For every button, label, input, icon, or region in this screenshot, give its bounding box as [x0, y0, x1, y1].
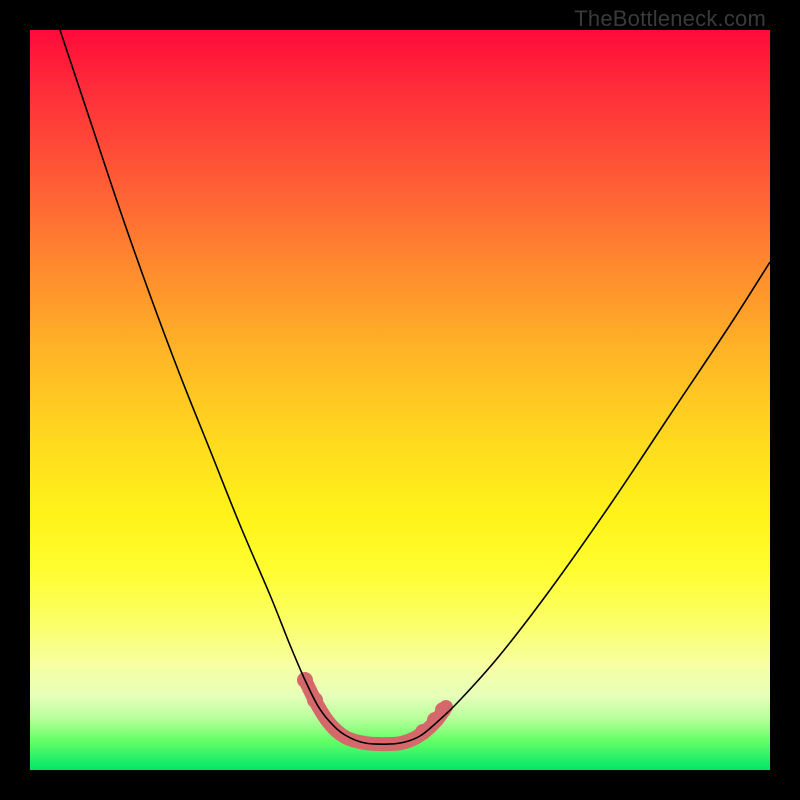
outer-frame: TheBottleneck.com	[0, 0, 800, 800]
plot-area	[30, 30, 770, 770]
watermark-text: TheBottleneck.com	[574, 6, 766, 32]
curve-layer	[30, 30, 770, 770]
trough-dot	[435, 702, 451, 718]
bottleneck-curve	[60, 30, 770, 744]
